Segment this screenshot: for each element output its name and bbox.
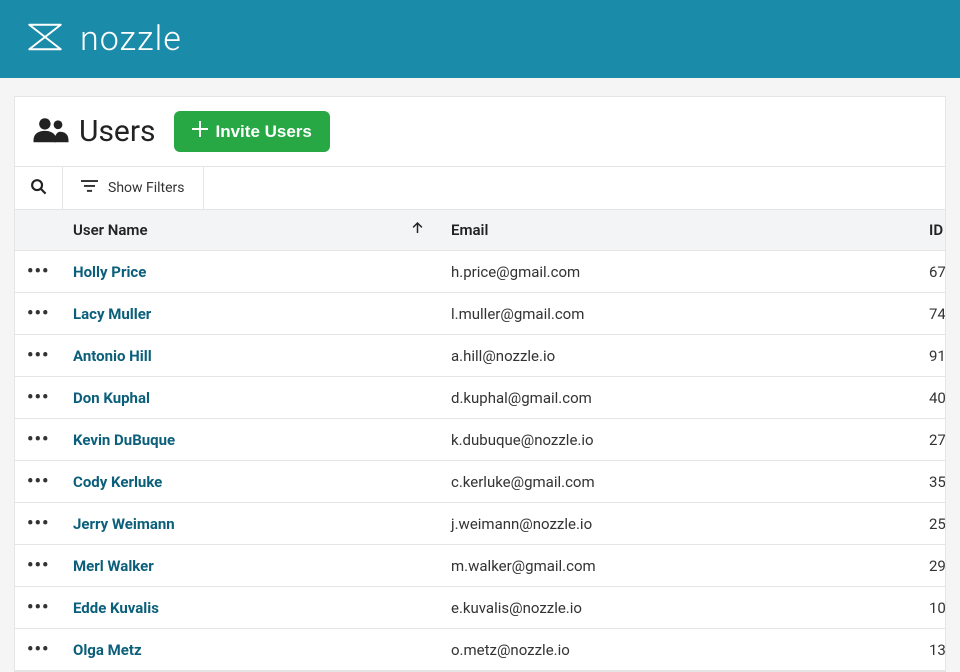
more-icon: ••• bbox=[27, 345, 49, 366]
more-icon: ••• bbox=[27, 303, 49, 324]
more-icon: ••• bbox=[27, 261, 49, 282]
user-email: a.hill@nozzle.io bbox=[451, 347, 555, 365]
user-id: 913 bbox=[929, 347, 945, 365]
show-filters-label: Show Filters bbox=[108, 180, 185, 196]
panel-header: Users Invite Users bbox=[15, 97, 945, 166]
user-id: 274 bbox=[929, 431, 945, 449]
user-id: 257 bbox=[929, 515, 945, 533]
table-row: ••• Olga Metz o.metz@nozzle.io 133 bbox=[15, 629, 945, 671]
table-row: ••• Merl Walker m.walker@gmail.com 297 bbox=[15, 545, 945, 587]
table-row: ••• Kevin DuBuque k.dubuque@nozzle.io 274 bbox=[15, 419, 945, 461]
row-actions-button[interactable]: ••• bbox=[15, 335, 61, 377]
show-filters-button[interactable]: Show Filters bbox=[63, 167, 204, 209]
filter-bar: Show Filters bbox=[15, 166, 945, 210]
users-table: User Name Email ID bbox=[15, 210, 945, 671]
more-icon: ••• bbox=[27, 639, 49, 660]
user-name-link[interactable]: Cody Kerluke bbox=[73, 473, 162, 491]
page-title: Users bbox=[79, 114, 156, 149]
nozzle-logo-icon bbox=[24, 16, 66, 62]
user-email: h.price@gmail.com bbox=[451, 263, 580, 281]
sort-ascending-icon bbox=[410, 221, 425, 240]
user-id: 297 bbox=[929, 557, 945, 575]
more-icon: ••• bbox=[27, 387, 49, 408]
more-icon: ••• bbox=[27, 597, 49, 618]
user-name-link[interactable]: Edde Kuvalis bbox=[73, 599, 159, 617]
user-email: m.walker@gmail.com bbox=[451, 557, 596, 575]
search-button[interactable] bbox=[15, 167, 63, 209]
brand-logo[interactable]: nozzle bbox=[24, 16, 182, 62]
plus-icon bbox=[192, 121, 208, 142]
row-actions-button[interactable]: ••• bbox=[15, 377, 61, 419]
user-id: 109 bbox=[929, 599, 945, 617]
row-actions-button[interactable]: ••• bbox=[15, 251, 61, 293]
table-row: ••• Holly Price h.price@gmail.com 678 bbox=[15, 251, 945, 293]
user-id: 742 bbox=[929, 305, 945, 323]
user-name-link[interactable]: Don Kuphal bbox=[73, 389, 150, 407]
user-id: 133 bbox=[929, 641, 945, 659]
user-id: 356 bbox=[929, 473, 945, 491]
invite-users-label: Invite Users bbox=[216, 122, 312, 142]
search-icon bbox=[30, 178, 47, 199]
user-name-link[interactable]: Kevin DuBuque bbox=[73, 431, 175, 449]
user-id: 405 bbox=[929, 389, 945, 407]
user-email: k.dubuque@nozzle.io bbox=[451, 431, 594, 449]
app-header: nozzle bbox=[0, 0, 960, 78]
table-row: ••• Antonio Hill a.hill@nozzle.io 913 bbox=[15, 335, 945, 377]
user-name-link[interactable]: Olga Metz bbox=[73, 641, 142, 659]
row-actions-button[interactable]: ••• bbox=[15, 545, 61, 587]
user-name-link[interactable]: Merl Walker bbox=[73, 557, 154, 575]
more-icon: ••• bbox=[27, 513, 49, 534]
row-actions-button[interactable]: ••• bbox=[15, 293, 61, 335]
row-actions-button[interactable]: ••• bbox=[15, 503, 61, 545]
table-row: ••• Jerry Weimann j.weimann@nozzle.io 257 bbox=[15, 503, 945, 545]
user-name-link[interactable]: Lacy Muller bbox=[73, 305, 151, 323]
more-icon: ••• bbox=[27, 471, 49, 492]
column-header-email[interactable]: Email bbox=[439, 210, 917, 251]
user-email: l.muller@gmail.com bbox=[451, 305, 584, 323]
users-icon bbox=[33, 116, 69, 148]
users-panel: Users Invite Users bbox=[14, 96, 946, 672]
invite-users-button[interactable]: Invite Users bbox=[174, 111, 330, 152]
row-actions-button[interactable]: ••• bbox=[15, 587, 61, 629]
user-email: d.kuphal@gmail.com bbox=[451, 389, 592, 407]
more-icon: ••• bbox=[27, 429, 49, 450]
user-name-link[interactable]: Antonio Hill bbox=[73, 347, 152, 365]
row-actions-button[interactable]: ••• bbox=[15, 461, 61, 503]
table-row: ••• Edde Kuvalis e.kuvalis@nozzle.io 109 bbox=[15, 587, 945, 629]
user-id: 678 bbox=[929, 263, 945, 281]
user-name-link[interactable]: Holly Price bbox=[73, 263, 146, 281]
table-row: ••• Lacy Muller l.muller@gmail.com 742 bbox=[15, 293, 945, 335]
row-actions-button[interactable]: ••• bbox=[15, 419, 61, 461]
table-row: ••• Cody Kerluke c.kerluke@gmail.com 356 bbox=[15, 461, 945, 503]
table-row: ••• Don Kuphal d.kuphal@gmail.com 405 bbox=[15, 377, 945, 419]
column-header-name[interactable]: User Name bbox=[61, 210, 439, 251]
user-email: e.kuvalis@nozzle.io bbox=[451, 599, 582, 617]
column-header-actions bbox=[15, 210, 61, 251]
row-actions-button[interactable]: ••• bbox=[15, 629, 61, 671]
column-header-id[interactable]: ID bbox=[917, 210, 945, 251]
user-name-link[interactable]: Jerry Weimann bbox=[73, 515, 175, 533]
more-icon: ••• bbox=[27, 555, 49, 576]
user-email: j.weimann@nozzle.io bbox=[451, 515, 592, 533]
user-email: c.kerluke@gmail.com bbox=[451, 473, 595, 491]
user-email: o.metz@nozzle.io bbox=[451, 641, 570, 659]
brand-name: nozzle bbox=[80, 19, 182, 59]
filter-icon bbox=[81, 179, 98, 197]
